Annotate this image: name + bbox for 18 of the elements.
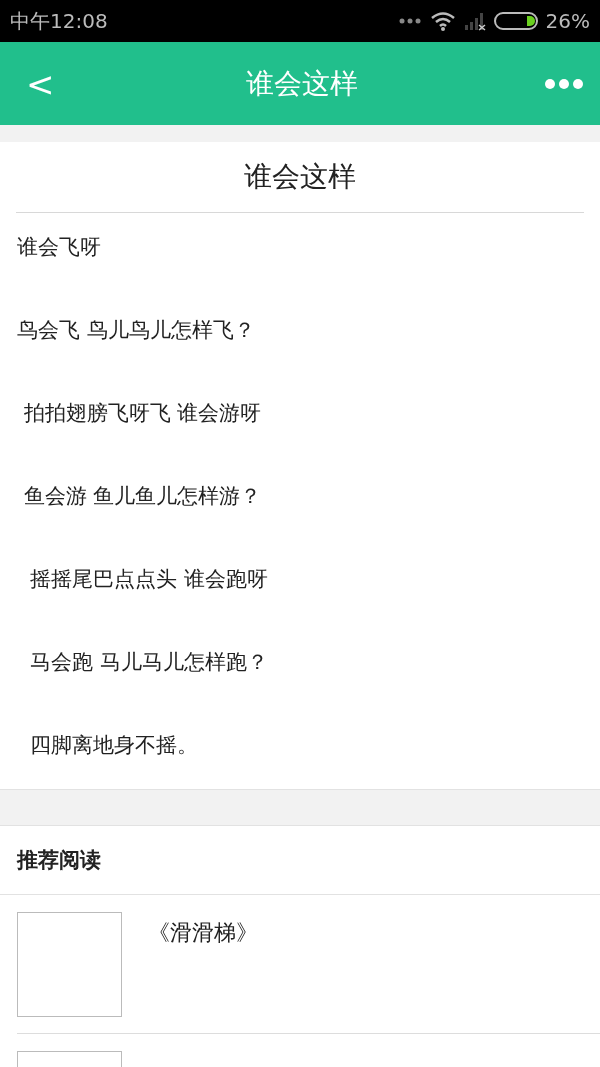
poem-line: 谁会飞呀: [16, 233, 102, 261]
article-title: 谁会这样: [16, 142, 584, 213]
more-dots-icon: [397, 17, 422, 25]
header-title: 谁会这样: [246, 65, 359, 102]
battery-icon: [493, 11, 538, 31]
status-time: 中午12:08: [10, 7, 108, 35]
more-options-icon[interactable]: [544, 77, 584, 90]
poem-line: 摇摇尾巴点点头 谁会跑呀: [29, 565, 270, 593]
poem-line: 鸟会飞 鸟儿鸟儿怎样飞？: [16, 316, 256, 344]
poem-line: 四脚离地身不摇。: [29, 731, 200, 759]
poem-line: 马会跑 马儿马儿怎样跑？: [29, 648, 270, 676]
signal-icon: [463, 11, 486, 31]
wifi-icon: [429, 11, 456, 31]
section-heading: 推荐阅读: [0, 826, 600, 895]
poem-line: 拍拍翅膀飞呀飞 谁会游呀: [22, 399, 263, 427]
battery-percentage: 26%: [545, 9, 590, 33]
article-link[interactable]: 《滑滑梯》: [148, 918, 258, 948]
poem-line: 鱼会游 鱼儿鱼儿怎样游？: [22, 482, 263, 510]
